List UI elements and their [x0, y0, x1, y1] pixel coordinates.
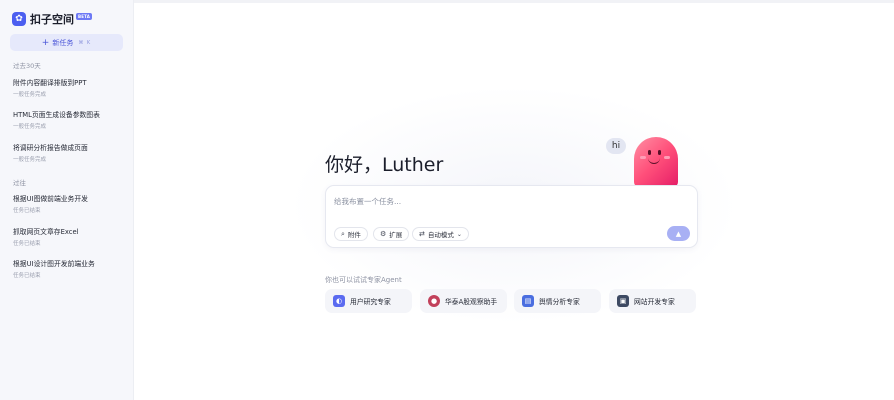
beta-badge: BETA [76, 12, 93, 20]
mascot-cheek [640, 156, 646, 159]
mascot-eye [648, 150, 651, 155]
main-panel: 你好，Luther hi 给我布置一个任务... ⌕ 附件 ⚙ 扩展 ⇄ 自动模… [134, 0, 894, 400]
rabbit-logo-icon: ✿ [12, 12, 26, 26]
mascot-character-icon [634, 137, 678, 187]
task-item[interactable]: 抓取网页文章存Excel 任务已结束 [13, 226, 128, 247]
task-status: 一般任务完成 [13, 92, 47, 98]
task-title: HTML页面生成设备参数图表 [13, 111, 100, 119]
section-label-recent: 过去30天 [13, 62, 41, 70]
task-title: 根据UI设计图开发前端业务 [13, 260, 95, 268]
chevron-down-icon: ⌄ [456, 230, 462, 238]
paperclip-icon: ⌕ [341, 229, 345, 238]
agents-section-label: 你也可以试试专家Agent [325, 276, 402, 284]
mascot-mouth [648, 158, 660, 164]
opinion-analysis-icon: ▤ [522, 295, 534, 307]
attach-button[interactable]: ⌕ 附件 [334, 227, 368, 241]
task-status: 一般任务完成 [13, 157, 47, 163]
shortcut-hint: ⌘ K [78, 39, 92, 46]
task-status: 任务已结束 [13, 241, 41, 247]
task-item[interactable]: 将调研分析报告做成页面 一般任务完成 [13, 142, 128, 163]
task-status: 一般任务完成 [13, 124, 47, 130]
task-title: 将调研分析报告做成页面 [13, 144, 88, 152]
top-divider [134, 0, 894, 3]
agent-card-opinion[interactable]: ▤ 舆情分析专家 [514, 289, 601, 313]
extend-button[interactable]: ⚙ 扩展 [373, 227, 410, 241]
user-research-icon: ◐ [333, 295, 345, 307]
new-task-label: 新任务 [52, 38, 74, 47]
send-button[interactable]: ▲ [667, 226, 690, 241]
section-label-past: 过往 [13, 179, 26, 187]
mode-icon: ⇄ [419, 230, 425, 238]
agent-name: 用户研究专家 [350, 298, 391, 306]
greeting-title: 你好，Luther [325, 154, 444, 176]
extend-label: 扩展 [389, 231, 403, 239]
task-item[interactable]: 根据UI图做前端业务开发 任务已结束 [13, 193, 128, 214]
agent-card-web-dev[interactable]: ▣ 网站开发专家 [609, 289, 696, 313]
task-title: 附件内容翻译排版到PPT [13, 79, 87, 87]
task-input[interactable]: 给我布置一个任务... [334, 196, 401, 207]
hi-speech-bubble: hi [606, 138, 626, 154]
task-item[interactable]: HTML页面生成设备参数图表 一般任务完成 [13, 109, 128, 130]
agent-name: 华泰A股观察助手 [445, 298, 498, 306]
task-title: 根据UI图做前端业务开发 [13, 195, 88, 203]
plus-icon: + [41, 37, 50, 48]
new-task-button[interactable]: + 新任务 ⌘ K [10, 34, 123, 51]
arrow-up-icon: ▲ [675, 229, 682, 238]
extension-icon: ⚙ [380, 230, 387, 238]
task-status: 任务已结束 [13, 273, 41, 279]
stock-avatar-icon: ● [428, 295, 440, 307]
mode-label: 自动模式 [427, 231, 454, 239]
web-dev-icon: ▣ [617, 295, 629, 307]
mascot-cheek [664, 156, 670, 159]
task-item[interactable]: 根据UI设计图开发前端业务 任务已结束 [13, 258, 128, 279]
app-name: 扣子空间 [30, 13, 74, 26]
mode-selector[interactable]: ⇄ 自动模式 ⌄ [412, 227, 469, 241]
mascot-eye [658, 150, 661, 155]
task-title: 抓取网页文章存Excel [13, 228, 79, 236]
task-status: 任务已结束 [13, 208, 41, 214]
attach-label: 附件 [347, 231, 361, 239]
task-item[interactable]: 附件内容翻译排版到PPT 一般任务完成 [13, 77, 128, 98]
agent-name: 舆情分析专家 [539, 298, 580, 306]
sidebar: ✿ 扣子空间 BETA + 新任务 ⌘ K 过去30天 附件内容翻译排版到PPT… [0, 0, 134, 400]
task-input-box[interactable]: 给我布置一个任务... ⌕ 附件 ⚙ 扩展 ⇄ 自动模式 ⌄ ▲ [325, 185, 698, 248]
agent-name: 网站开发专家 [634, 298, 675, 306]
agent-card-user-research[interactable]: ◐ 用户研究专家 [325, 289, 412, 313]
agent-card-stock[interactable]: ● 华泰A股观察助手 [420, 289, 507, 313]
app-logo[interactable]: ✿ 扣子空间 BETA [12, 11, 93, 27]
